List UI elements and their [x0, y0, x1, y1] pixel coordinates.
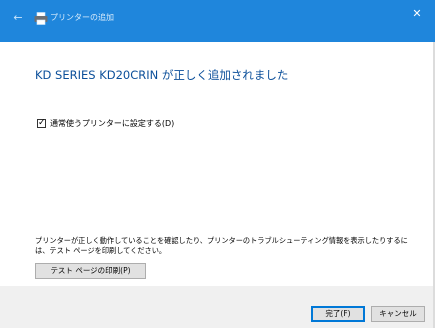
cancel-button[interactable]: キャンセル: [371, 306, 425, 322]
printer-icon: [34, 12, 48, 25]
back-arrow-icon[interactable]: ←: [12, 12, 24, 24]
footer-bar: 完了(F) キャンセル: [0, 286, 435, 328]
default-printer-checkbox[interactable]: ✓: [37, 117, 46, 128]
test-page-info-text: プリンターが正しく動作していることを確認したり、プリンターのトラブルシューティン…: [35, 236, 408, 255]
window-title: プリンターの追加: [50, 13, 114, 22]
checkmark-icon: ✓: [38, 117, 46, 128]
print-test-page-button[interactable]: テスト ページの印刷(P): [35, 263, 146, 279]
finish-button[interactable]: 完了(F): [311, 306, 365, 322]
add-printer-window: ← プリンターの追加 ✕ KD SERIES KD20CRIN が正しく追加され…: [0, 0, 435, 328]
close-icon[interactable]: ✕: [408, 5, 426, 23]
content-area: KD SERIES KD20CRIN が正しく追加されました ✓ 通常使うプリン…: [0, 42, 435, 286]
default-printer-option[interactable]: ✓ 通常使うプリンターに設定する(D): [37, 117, 174, 129]
title-bar: ← プリンターの追加 ✕: [0, 0, 435, 42]
default-printer-label[interactable]: 通常使うプリンターに設定する(D): [50, 118, 174, 129]
page-heading: KD SERIES KD20CRIN が正しく追加されました: [35, 68, 289, 82]
